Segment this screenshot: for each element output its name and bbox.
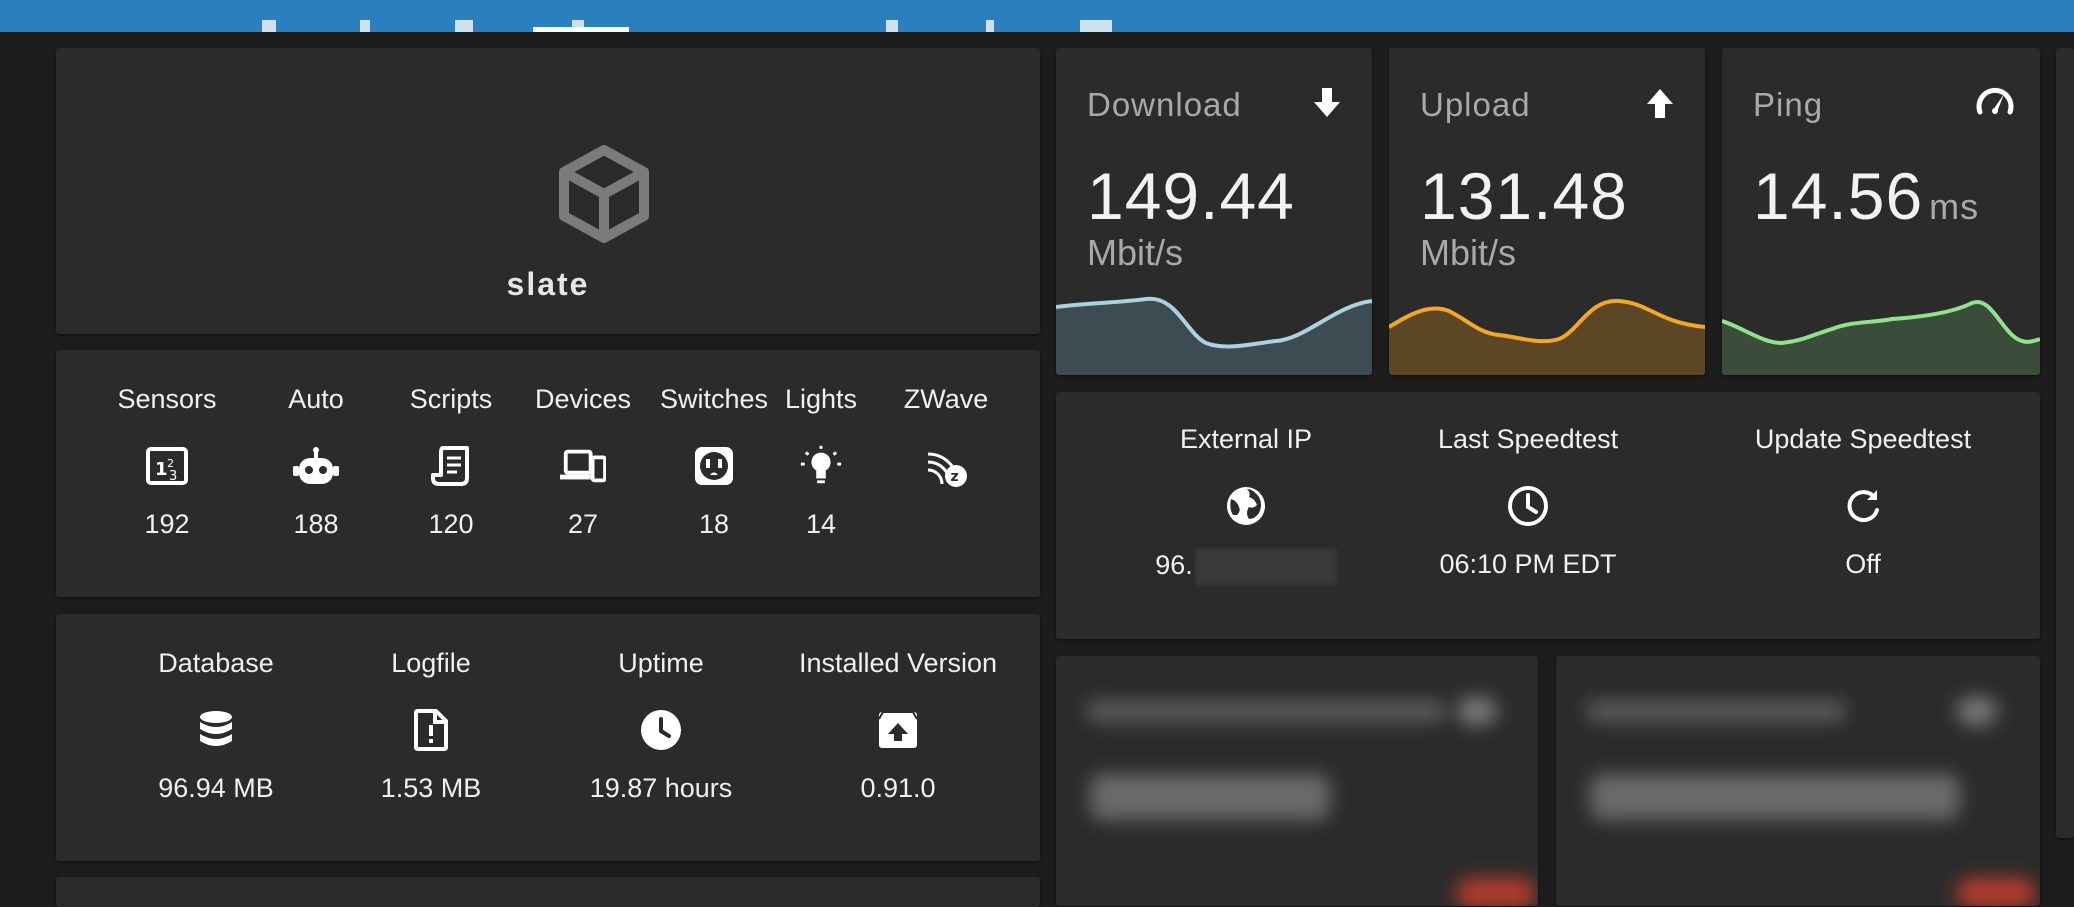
installed-version-label: Installed Version [798, 648, 998, 678]
download-value: 149.44 [1087, 159, 1295, 233]
download-title: Download [1087, 86, 1242, 123]
uptime-label: Uptime [618, 648, 704, 678]
lights-count: 14 [805, 509, 837, 539]
upload-value: 131.48 [1420, 159, 1628, 233]
network-card: External IP 96. Last Speedtest 06:10 PM … [1056, 392, 2040, 639]
external-ip-value-line: 96. [1141, 549, 1351, 585]
external-ip-value: 96. [1155, 550, 1193, 581]
last-speedtest-label: Last Speedtest [1438, 424, 1619, 454]
svg-text:3: 3 [169, 469, 177, 484]
script-icon [428, 443, 474, 489]
logfile-label: Logfile [391, 648, 471, 678]
redacted-ip [1194, 549, 1337, 585]
database-icon [193, 707, 239, 753]
clock-outline-icon [1505, 483, 1551, 529]
package-up-icon [875, 707, 921, 753]
tab-icon-5[interactable] [886, 20, 898, 32]
ping-sparkline [1722, 299, 2040, 375]
upload-card[interactable]: Upload 131.48 Mbit/s [1389, 48, 1705, 375]
upload-arrow-icon [1647, 89, 1673, 118]
devices-icon [560, 443, 606, 489]
download-sparkline [1056, 296, 1372, 375]
globe-icon [1223, 483, 1269, 529]
zwave-label: ZWave [903, 384, 989, 414]
system-info-card: Database 96.94 MB Logfile 1.53 MB Uptime… [56, 614, 1040, 861]
next-card [56, 877, 1040, 907]
blurred-graph-2 [1956, 878, 2036, 906]
lights-counter[interactable]: Lights 14 [751, 384, 891, 540]
download-card[interactable]: Download 149.44 Mbit/s [1056, 48, 1372, 375]
clock-icon [638, 707, 684, 753]
offscreen-card-edge [2056, 48, 2074, 838]
lights-label: Lights [784, 384, 858, 414]
ping-title: Ping [1753, 86, 1824, 123]
tab-icon-2[interactable] [360, 20, 370, 32]
upload-sparkline [1389, 298, 1705, 375]
svg-text:z: z [951, 469, 959, 485]
ping-card[interactable]: Ping 14.56 ms [1722, 48, 2040, 375]
upload-title: Upload [1420, 86, 1531, 123]
robot-icon [293, 443, 339, 489]
blurred-icon [1456, 696, 1498, 726]
tab-icon-7[interactable] [1080, 20, 1112, 32]
zwave-icon: z [923, 443, 969, 489]
installed-version-stat[interactable]: Installed Version 0.91.0 [778, 648, 1018, 804]
blurred-graph [1456, 878, 1536, 906]
automations-count: 188 [293, 509, 339, 539]
blurred-card-right[interactable] [1556, 656, 2040, 906]
last-speedtest-value: 06:10 PM EDT [1439, 549, 1617, 579]
download-arrow-icon [1314, 88, 1340, 117]
instance-name: slate [506, 266, 590, 302]
database-label: Database [158, 648, 274, 678]
cube-icon [559, 145, 649, 243]
blurred-value [1090, 774, 1330, 820]
file-alert-icon [408, 707, 454, 753]
update-speedtest-label: Update Speedtest [1754, 424, 1972, 454]
logfile-size: 1.53 MB [380, 773, 482, 803]
automations-counter[interactable]: Auto 188 [256, 384, 376, 540]
uptime-value: 19.87 hours [589, 773, 733, 803]
blurred-title-2 [1586, 700, 1846, 722]
speedometer-icon [1976, 88, 2014, 115]
ping-value-line: 14.56 ms [1753, 158, 1979, 234]
tab-icon-3[interactable] [455, 20, 473, 32]
active-tab-indicator [533, 27, 629, 32]
refresh-icon [1840, 483, 1886, 529]
download-unit: Mbit/s [1087, 232, 1184, 273]
entity-counts-card: Sensors 123 192 Auto 188 Scripts 120 Dev… [56, 350, 1040, 597]
instance-card[interactable]: slate [56, 48, 1040, 334]
upload-unit: Mbit/s [1420, 232, 1517, 273]
sensors-count: 192 [144, 509, 190, 539]
logfile-stat[interactable]: Logfile 1.53 MB [371, 648, 491, 804]
outlet-icon [691, 443, 737, 489]
database-size: 96.94 MB [158, 773, 274, 803]
blurred-title [1086, 700, 1446, 722]
blurred-card-left[interactable] [1056, 656, 1538, 906]
svg-text:1: 1 [155, 459, 168, 480]
uptime-stat[interactable]: Uptime 19.87 hours [576, 648, 746, 804]
external-ip-label: External IP [1179, 424, 1313, 454]
sensors-label: Sensors [117, 384, 217, 414]
ping-unit: ms [1929, 186, 1980, 227]
zwave-counter[interactable]: ZWave z [881, 384, 1011, 509]
lightbulb-icon [798, 443, 844, 489]
installed-version-value: 0.91.0 [860, 773, 936, 803]
sensors-counter[interactable]: Sensors 123 192 [97, 384, 237, 540]
top-app-bar [0, 0, 2074, 32]
update-speedtest-stat[interactable]: Update Speedtest Off [1743, 424, 1983, 580]
automations-label: Auto [288, 384, 344, 414]
sensors-icon: 123 [144, 443, 190, 489]
update-speedtest-value: Off [1845, 549, 1881, 579]
tab-icon-6[interactable] [986, 20, 994, 32]
external-ip-stat[interactable]: External IP 96. [1141, 424, 1351, 585]
ping-value: 14.56 [1753, 159, 1924, 233]
last-speedtest-stat[interactable]: Last Speedtest 06:10 PM EDT [1438, 424, 1618, 580]
database-stat[interactable]: Database 96.94 MB [126, 648, 306, 804]
tab-icon-1[interactable] [262, 20, 276, 32]
blurred-icon-2 [1956, 696, 1998, 726]
blurred-value-2 [1590, 774, 1960, 820]
